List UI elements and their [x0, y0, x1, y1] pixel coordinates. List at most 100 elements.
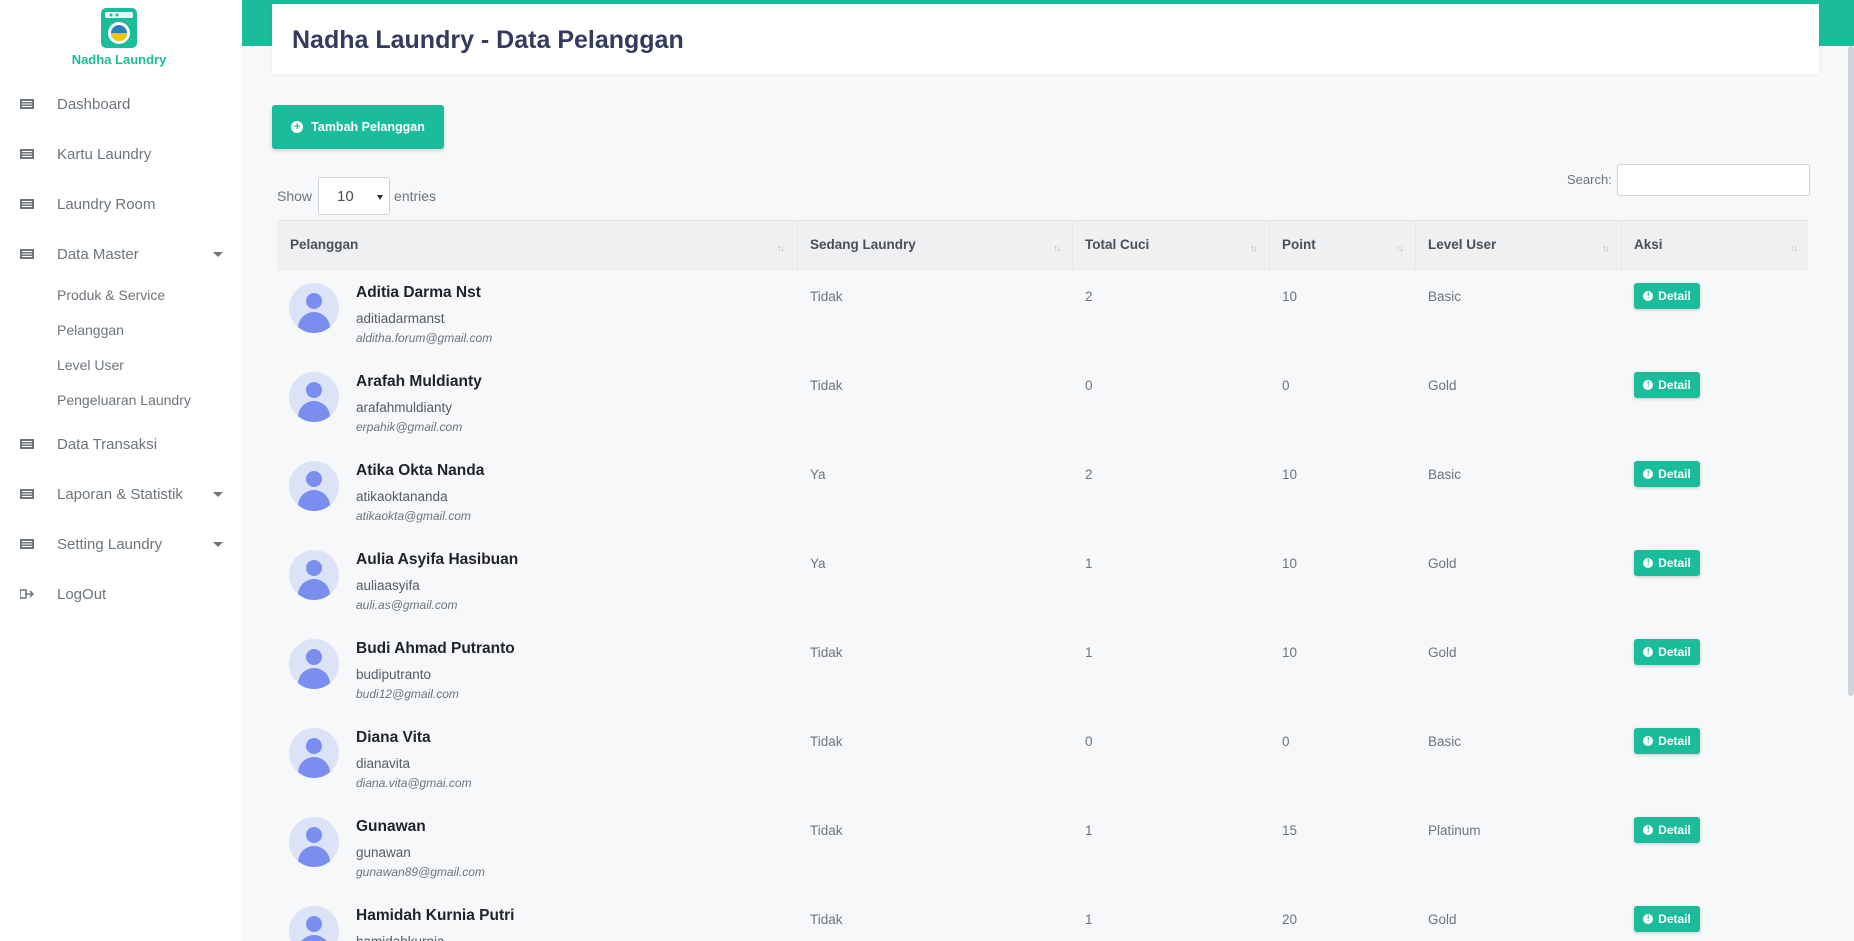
sidebar-item-laundry-room[interactable]: Laundry Room — [0, 184, 242, 224]
sidebar-item-kartu-laundry[interactable]: Kartu Laundry — [0, 134, 242, 174]
avatar — [289, 728, 339, 778]
column-header-aksi[interactable]: Aksi — [1634, 237, 1663, 252]
sort-icon[interactable]: ↑↓ — [777, 243, 785, 253]
total-cuci-cell: 0 — [1085, 378, 1093, 393]
sidebar-subitem-pelanggan[interactable]: Pelanggan — [57, 322, 124, 338]
point-cell: 15 — [1282, 823, 1298, 838]
entries-label: entries — [394, 188, 437, 204]
list-icon — [20, 489, 34, 499]
info-icon: ! — [1643, 558, 1654, 568]
sidebar-item-logout[interactable]: LogOut — [0, 574, 242, 614]
table-row: Diana Vita dianavita diana.vita@gmai.com… — [277, 716, 1808, 805]
info-icon: ! — [1643, 914, 1654, 924]
detail-label: Detail — [1658, 912, 1691, 926]
sidebar-item-label: LogOut — [57, 585, 107, 603]
list-icon — [20, 149, 34, 159]
customer-name: Atika Okta Nanda — [356, 462, 485, 479]
detail-button[interactable]: ! Detail — [1634, 461, 1700, 487]
chevron-down-icon — [377, 195, 384, 200]
page-scrollbar[interactable] — [1848, 46, 1854, 696]
total-cuci-cell: 1 — [1085, 912, 1093, 927]
customer-username: budiputranto — [356, 667, 432, 682]
search-input[interactable] — [1617, 164, 1810, 196]
detail-label: Detail — [1658, 823, 1691, 837]
column-header-total-cuci[interactable]: Total Cuci — [1085, 237, 1149, 252]
sedang-laundry-cell: Tidak — [810, 734, 843, 749]
sidebar-item-label: Data Master — [57, 245, 139, 263]
sort-icon[interactable]: ↑↓ — [1396, 243, 1404, 253]
total-cuci-cell: 2 — [1085, 289, 1093, 304]
customer-username: auliaasyifa — [356, 578, 420, 593]
customer-username: aditiadarmanst — [356, 311, 445, 326]
sidebar-item-data-master[interactable]: Data Master — [0, 234, 242, 274]
sidebar-item-label: Kartu Laundry — [57, 145, 152, 163]
level-user-cell: Gold — [1428, 912, 1457, 927]
customer-name: Arafah Muldianty — [356, 373, 482, 390]
entries-select[interactable]: 10 — [318, 177, 391, 215]
column-header-pelanggan[interactable]: Pelanggan — [290, 237, 358, 252]
sidebar-subitem-pengeluaran-laundry[interactable]: Pengeluaran Laundry — [57, 392, 191, 408]
avatar — [289, 817, 339, 867]
total-cuci-cell: 0 — [1085, 734, 1093, 749]
customer-name: Budi Ahmad Putranto — [356, 640, 515, 657]
sidebar-subitem-level-user[interactable]: Level User — [57, 357, 124, 373]
app-logo[interactable]: Nadha Laundry — [60, 6, 178, 67]
info-icon: ! — [1643, 469, 1654, 479]
point-cell: 0 — [1282, 378, 1290, 393]
sedang-laundry-cell: Tidak — [810, 289, 843, 304]
sidebar-item-label: Dashboard — [57, 95, 131, 113]
detail-button[interactable]: ! Detail — [1634, 283, 1700, 309]
detail-button[interactable]: ! Detail — [1634, 372, 1700, 398]
table-row: Budi Ahmad Putranto budiputranto budi12@… — [277, 627, 1808, 716]
table-row: Aulia Asyifa Hasibuan auliaasyifa auli.a… — [277, 538, 1808, 627]
column-header-sedang-laundry[interactable]: Sedang Laundry — [810, 237, 916, 252]
sidebar-item-setting-laundry[interactable]: Setting Laundry — [0, 524, 242, 564]
sort-icon[interactable]: ↑↓ — [1250, 243, 1258, 253]
sedang-laundry-cell: Tidak — [810, 645, 843, 660]
customer-email: alditha.forum@gmail.com — [356, 331, 493, 345]
customer-name: Aditia Darma Nst — [356, 284, 481, 301]
level-user-cell: Basic — [1428, 467, 1462, 482]
sidebar-item-label: Laundry Room — [57, 195, 156, 213]
detail-label: Detail — [1658, 556, 1691, 570]
customer-username: dianavita — [356, 756, 411, 771]
table-row: Aditia Darma Nst aditiadarmanst alditha.… — [277, 271, 1808, 360]
customer-email: auli.as@gmail.com — [356, 598, 458, 612]
level-user-cell: Basic — [1428, 734, 1462, 749]
detail-button[interactable]: ! Detail — [1634, 728, 1700, 754]
customer-username: hamidahkurnia — [356, 934, 445, 941]
detail-button[interactable]: ! Detail — [1634, 906, 1700, 932]
point-cell: 20 — [1282, 912, 1298, 927]
detail-label: Detail — [1658, 378, 1691, 392]
sidebar-subitem-produk-service[interactable]: Produk & Service — [57, 287, 165, 303]
caret-down-icon — [213, 251, 223, 257]
info-icon: ! — [1643, 825, 1654, 835]
detail-button[interactable]: ! Detail — [1634, 639, 1700, 665]
sort-icon[interactable]: ↑↓ — [1053, 243, 1061, 253]
level-user-cell: Platinum — [1428, 823, 1481, 838]
sort-icon[interactable]: ↑↓ — [1790, 243, 1798, 253]
sidebar-item-label: Data Transaksi — [57, 435, 158, 453]
detail-button[interactable]: ! Detail — [1634, 817, 1700, 843]
sidebar-item-laporan-statistik[interactable]: Laporan & Statistik — [0, 474, 242, 514]
sort-icon[interactable]: ↑↓ — [1602, 243, 1610, 253]
sign-out-icon — [20, 589, 34, 599]
column-header-point[interactable]: Point — [1282, 237, 1316, 252]
avatar — [289, 906, 339, 941]
sidebar-item-dashboard[interactable]: Dashboard — [0, 84, 242, 124]
point-cell: 10 — [1282, 556, 1298, 571]
point-cell: 10 — [1282, 645, 1298, 660]
detail-button[interactable]: ! Detail — [1634, 550, 1700, 576]
sidebar-item-data-transaksi[interactable]: Data Transaksi — [0, 424, 242, 464]
column-header-level-user[interactable]: Level User — [1428, 237, 1496, 252]
table-row: Atika Okta Nanda atikaoktananda atikaokt… — [277, 449, 1808, 538]
sedang-laundry-cell: Ya — [810, 467, 826, 482]
add-customer-button[interactable]: + Tambah Pelanggan — [272, 105, 444, 149]
entries-control: Show 10 entries — [277, 177, 436, 215]
table-row: Gunawan gunawan gunawan89@gmail.com Tida… — [277, 805, 1808, 894]
sidebar-item-label: Laporan & Statistik — [57, 485, 183, 503]
point-cell: 10 — [1282, 467, 1298, 482]
sedang-laundry-cell: Ya — [810, 556, 826, 571]
info-icon: ! — [1643, 291, 1654, 301]
info-icon: ! — [1643, 736, 1654, 746]
